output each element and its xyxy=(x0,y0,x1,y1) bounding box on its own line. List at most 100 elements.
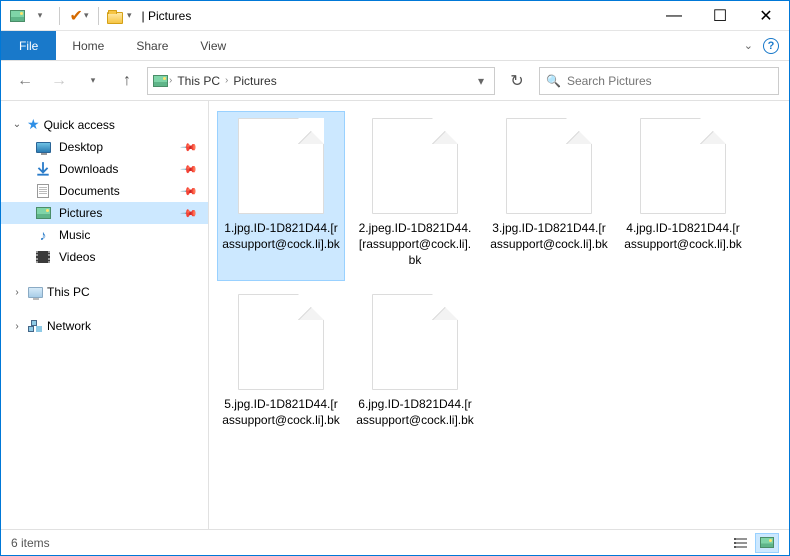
location-icon xyxy=(152,74,168,88)
file-item[interactable]: 3.jpg.ID-1D821D44.[rassupport@cock.li].b… xyxy=(485,111,613,281)
window-title: | Pictures xyxy=(142,9,192,23)
explorer-app-icon xyxy=(9,9,25,23)
titlebar: ▾ ✔▾ ▾ | Pictures — ☐ ✕ xyxy=(1,1,789,31)
music-icon: ♪ xyxy=(35,228,51,242)
sidebar-group-quick-access: ⌄ ★ Quick access Desktop 📌 Downloads 📌 D… xyxy=(1,113,208,268)
ribbon-right: ⌄ ? xyxy=(744,31,789,60)
folder-icon xyxy=(107,9,123,23)
pin-icon: 📌 xyxy=(180,204,199,223)
ribbon: File Home Share View ⌄ ? xyxy=(1,31,789,61)
ribbon-expand-icon[interactable]: ⌄ xyxy=(744,39,753,52)
sidebar-item-downloads[interactable]: Downloads 📌 xyxy=(1,158,208,180)
this-pc-icon xyxy=(27,285,43,299)
up-button[interactable]: ↑ xyxy=(113,67,141,95)
status-right xyxy=(729,533,779,553)
search-icon: 🔍 xyxy=(546,74,561,88)
close-button[interactable]: ✕ xyxy=(743,1,789,31)
search-input[interactable] xyxy=(567,74,772,88)
pin-icon: 📌 xyxy=(180,138,199,157)
videos-icon xyxy=(35,250,51,264)
address-bar[interactable]: › This PC › Pictures ▾ xyxy=(147,67,495,95)
search-box[interactable]: 🔍 xyxy=(539,67,779,95)
file-name-label: 2.jpeg.ID-1D821D44.[rassupport@cock.li].… xyxy=(356,220,474,269)
sidebar-item-label: Videos xyxy=(59,250,95,264)
file-thumbnail-icon xyxy=(238,118,324,214)
star-icon: ★ xyxy=(27,116,40,133)
tab-share[interactable]: Share xyxy=(120,31,184,60)
minimize-button[interactable]: — xyxy=(651,1,697,31)
sidebar-item-label: Downloads xyxy=(59,162,118,176)
status-item-count: 6 items xyxy=(11,536,50,550)
sidebar-item-label: Documents xyxy=(59,184,120,198)
file-item[interactable]: 5.jpg.ID-1D821D44.[rassupport@cock.li].b… xyxy=(217,287,345,457)
sidebar-this-pc-header[interactable]: › This PC xyxy=(1,282,208,302)
sidebar-item-label: Pictures xyxy=(59,206,102,220)
breadcrumb-pictures[interactable]: Pictures xyxy=(229,74,280,88)
sidebar-quick-access-header[interactable]: ⌄ ★ Quick access xyxy=(1,113,208,136)
refresh-button[interactable]: ↻ xyxy=(501,67,533,95)
titlebar-left: ▾ ✔▾ ▾ | Pictures xyxy=(1,5,191,27)
sidebar-item-pictures[interactable]: Pictures 📌 xyxy=(1,202,208,224)
tab-home[interactable]: Home xyxy=(56,31,120,60)
content-body: ⌄ ★ Quick access Desktop 📌 Downloads 📌 D… xyxy=(1,101,789,529)
tab-view[interactable]: View xyxy=(184,31,242,60)
thumbnails-view-icon xyxy=(760,537,774,548)
file-item[interactable]: 1.jpg.ID-1D821D44.[rassupport@cock.li].b… xyxy=(217,111,345,281)
pin-icon: 📌 xyxy=(180,160,199,179)
file-thumbnail-icon xyxy=(238,294,324,390)
downloads-icon xyxy=(35,162,51,176)
file-item[interactable]: 6.jpg.ID-1D821D44.[rassupport@cock.li].b… xyxy=(351,287,479,457)
details-view-icon xyxy=(734,537,748,549)
qat-small-dropdown[interactable]: ▾ xyxy=(127,10,132,21)
file-name-label: 1.jpg.ID-1D821D44.[rassupport@cock.li].b… xyxy=(222,220,340,252)
file-tab[interactable]: File xyxy=(1,31,56,60)
pin-icon: 📌 xyxy=(180,182,199,201)
window-controls: — ☐ ✕ xyxy=(651,1,789,31)
sidebar-network-header[interactable]: › Network xyxy=(1,316,208,336)
breadcrumb-this-pc[interactable]: This PC xyxy=(173,74,224,88)
file-thumbnail-icon xyxy=(640,118,726,214)
file-thumbnail-icon xyxy=(506,118,592,214)
file-grid: 1.jpg.ID-1D821D44.[rassupport@cock.li].b… xyxy=(217,111,781,457)
file-item[interactable]: 2.jpeg.ID-1D821D44.[rassupport@cock.li].… xyxy=(351,111,479,281)
sidebar-item-label: Music xyxy=(59,228,90,242)
file-thumbnail-icon xyxy=(372,294,458,390)
sidebar-item-label: Desktop xyxy=(59,140,103,154)
file-name-label: 3.jpg.ID-1D821D44.[rassupport@cock.li].b… xyxy=(490,220,608,252)
file-name-label: 6.jpg.ID-1D821D44.[rassupport@cock.li].b… xyxy=(356,396,474,428)
qat-dropdown[interactable]: ▾ xyxy=(29,5,51,27)
file-name-label: 4.jpg.ID-1D821D44.[rassupport@cock.li].b… xyxy=(624,220,742,252)
documents-icon xyxy=(35,184,51,198)
sidebar-group-network: › Network xyxy=(1,316,208,336)
forward-button[interactable]: → xyxy=(45,67,73,95)
network-icon xyxy=(27,319,43,333)
statusbar: 6 items xyxy=(1,529,789,555)
chevron-right-icon: › xyxy=(11,321,23,332)
address-dropdown[interactable]: ▾ xyxy=(472,74,490,88)
main-content[interactable]: 1.jpg.ID-1D821D44.[rassupport@cock.li].b… xyxy=(209,101,789,529)
view-thumbnails-button[interactable] xyxy=(755,533,779,553)
sidebar-item-music[interactable]: ♪ Music xyxy=(1,224,208,246)
qat-check-icon[interactable]: ✔▾ xyxy=(68,5,90,27)
qat-separator-2 xyxy=(98,7,99,25)
file-thumbnail-icon xyxy=(372,118,458,214)
recent-locations-button[interactable]: ▾ xyxy=(79,67,107,95)
sidebar-item-videos[interactable]: Videos xyxy=(1,246,208,268)
desktop-icon xyxy=(35,140,51,154)
maximize-button[interactable]: ☐ xyxy=(697,1,743,31)
sidebar-this-pc-label: This PC xyxy=(47,285,90,299)
file-item[interactable]: 4.jpg.ID-1D821D44.[rassupport@cock.li].b… xyxy=(619,111,747,281)
view-details-button[interactable] xyxy=(729,533,753,553)
help-icon[interactable]: ? xyxy=(763,38,779,54)
qat-separator xyxy=(59,7,60,25)
sidebar-item-documents[interactable]: Documents 📌 xyxy=(1,180,208,202)
sidebar-quick-access-label: Quick access xyxy=(44,118,115,132)
sidebar-network-label: Network xyxy=(47,319,91,333)
breadcrumb-sep: › xyxy=(169,75,172,86)
back-button[interactable]: ← xyxy=(11,67,39,95)
sidebar: ⌄ ★ Quick access Desktop 📌 Downloads 📌 D… xyxy=(1,101,209,529)
chevron-down-icon: ⌄ xyxy=(11,119,23,130)
pictures-icon xyxy=(35,206,51,220)
chevron-right-icon: › xyxy=(11,287,23,298)
sidebar-item-desktop[interactable]: Desktop 📌 xyxy=(1,136,208,158)
